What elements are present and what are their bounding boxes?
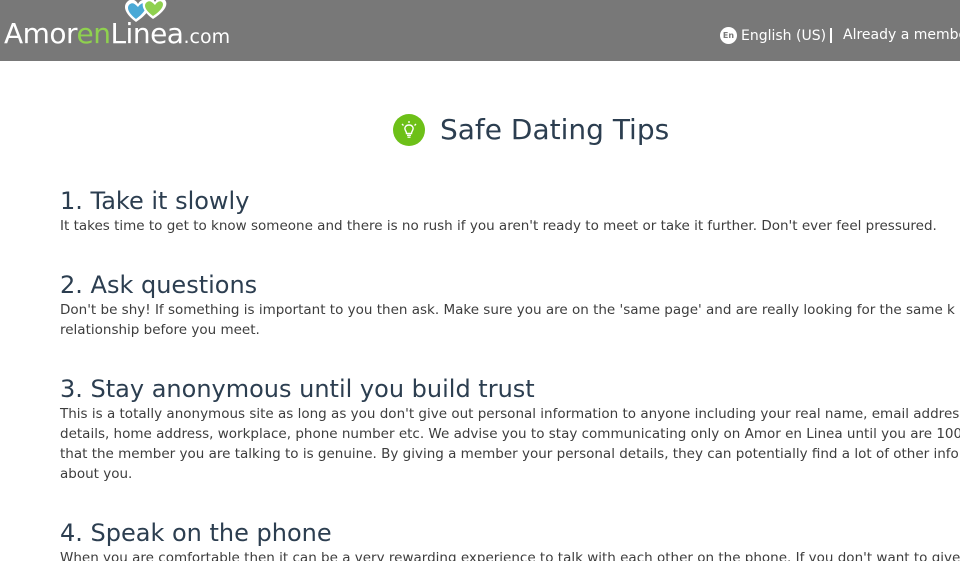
tip-text: that the member you are talking to is ge… (60, 446, 960, 462)
globe-icon: En (720, 27, 737, 44)
tip-item: 2. Ask questions Don't be shy! If someth… (60, 270, 960, 340)
tip-text: It takes time to get to know someone and… (60, 218, 937, 234)
tip-heading: 1. Take it slowly (60, 187, 250, 215)
tip-text: This is a totally anonymous site as long… (60, 406, 960, 422)
site-header: AmorenLinea.com En English (US) Already … (0, 0, 960, 61)
tip-text: relationship before you meet. (60, 322, 260, 338)
language-label: English (US) (741, 27, 827, 44)
header-divider (830, 28, 832, 43)
tip-heading: 2. Ask questions (60, 271, 258, 299)
logo-wordmark: AmorenLinea.com (4, 17, 231, 50)
tip-text: Don't be shy! If something is important … (60, 302, 955, 318)
tip-item: 3. Stay anonymous until you build trust … (60, 374, 960, 484)
language-selector[interactable]: En English (US) (720, 27, 826, 44)
tip-item: 4. Speak on the phone When you are comfo… (60, 518, 960, 561)
tip-text: When you are comfortable then it can be … (60, 550, 960, 561)
login-link[interactable]: Already a member (843, 27, 960, 43)
page-title-row: Safe Dating Tips (393, 113, 669, 146)
tip-heading: 4. Speak on the phone (60, 519, 332, 547)
tip-text: details, home address, workplace, phone … (60, 426, 960, 442)
lightbulb-icon (393, 113, 425, 146)
page-title: Safe Dating Tips (440, 113, 670, 146)
tip-text: about you. (60, 466, 133, 482)
tip-heading: 3. Stay anonymous until you build trust (60, 375, 535, 403)
tip-item: 1. Take it slowly It takes time to get t… (60, 186, 960, 236)
